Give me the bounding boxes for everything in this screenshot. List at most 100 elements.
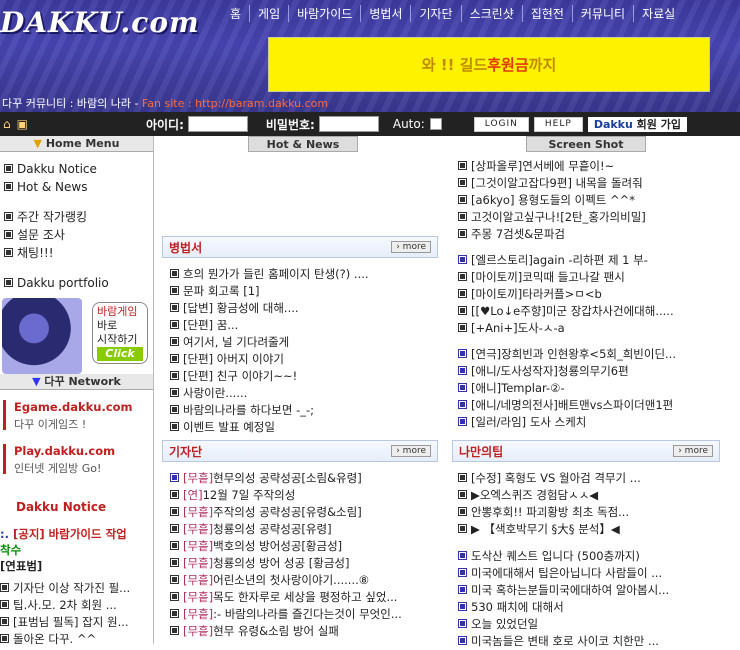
list-item[interactable]: [일러/라임] 도사 스케치 <box>458 414 740 431</box>
list-item[interactable]: [단편] 친구 이야기~~! <box>170 368 440 385</box>
list-item[interactable]: 사랑이란...... <box>170 385 440 402</box>
list-item[interactable]: [[♥Lo↓e주향]미군 장갑차사건에대해..... <box>458 303 740 320</box>
list-item-text: 오늘 있었던일 <box>471 617 539 631</box>
game-promo[interactable]: 바람게임 바로 시작하기 Click <box>2 298 150 374</box>
list-item[interactable]: 팁.사.모. 2차 회원 ... <box>0 597 153 614</box>
list-item[interactable]: 이벤트 발표 예정일 <box>170 419 440 436</box>
list-item[interactable]: [단편] 아버지 이야기 <box>170 351 440 368</box>
list-item[interactable]: [단편] 꿈... <box>170 317 440 334</box>
help-button[interactable]: HELP <box>533 116 583 132</box>
menu-hot-news[interactable]: Hot & News <box>0 178 153 196</box>
list-item[interactable]: [연극]장희빈과 인현왕후<5회_희빈이딘... <box>458 346 740 363</box>
list-item[interactable]: [무흩]어린소년의 첫사랑이야기.......⑧ <box>170 572 440 589</box>
list-item[interactable]: 도삭산 퀘스트 입니다 (500층까지) <box>458 548 740 565</box>
list-item[interactable]: [답변] 황금성에 대해.... <box>170 300 440 317</box>
menu-weekly-ranking[interactable]: 주간 작가랭킹 <box>0 208 153 226</box>
home-icon[interactable]: ⌂ <box>3 117 11 131</box>
reporters-more-button[interactable]: › more <box>391 445 431 457</box>
list-item[interactable]: [무흩]목도 한자루로 세상을 평정하고 싶었... <box>170 589 440 606</box>
id-input[interactable] <box>187 116 248 132</box>
nav-tactics[interactable]: 병법서 <box>360 4 410 22</box>
list-item[interactable]: 흐의 뭔가가 들린 홈페이지 탄생(?) .... <box>170 266 440 283</box>
network-egame[interactable]: Egame.dakku.com 다꾸 이게임즈 ! <box>0 398 153 440</box>
password-input[interactable] <box>318 116 379 132</box>
list-item-text: 청룡의성 방어 성공 [황금성] <box>213 556 350 570</box>
list-item[interactable]: ▶ 【색호박무기 §大§ 분석】◀ <box>458 521 740 538</box>
list-item[interactable]: [마이토끼]코믹때 들고나갈 팬시 <box>458 269 740 286</box>
list-item[interactable]: [마이토끼]타라커플>ㅁ<b <box>458 286 740 303</box>
item-tag: [무흩] <box>183 573 214 587</box>
list-item[interactable]: 기자단 이상 작가진 필... <box>0 580 153 597</box>
nav-downloads[interactable]: 자료실 <box>633 4 683 22</box>
list-item[interactable]: 문파 회고록 [1] <box>170 283 440 300</box>
menu-chat[interactable]: 채팅!!! <box>0 244 153 262</box>
list-item[interactable]: ▶오엑스퀴즈 경험담ㅅㅅ◀ <box>458 487 740 504</box>
menu-survey[interactable]: 설문 조사 <box>0 226 153 244</box>
nav-guide[interactable]: 바람가이드 <box>288 4 360 22</box>
list-item-text: 현무 유령&소림 방어 실패 <box>213 624 339 638</box>
site-url[interactable]: Fan site : http://baram.dakku.com <box>142 97 328 110</box>
list-item[interactable]: [애니]Templar-②- <box>458 380 740 397</box>
list-item-text: 고것이알고싶구나![2탄_홍가의비밀] <box>471 210 646 224</box>
site-logo[interactable]: DAKKU.com <box>0 6 200 39</box>
list-item[interactable]: 고것이알고싶구나![2탄_홍가의비밀] <box>458 209 740 226</box>
menu-portfolio[interactable]: Dakku portfolio <box>0 274 153 292</box>
list-item[interactable]: 주몽 7검셋&문파검 <box>458 226 740 243</box>
bullet-icon <box>170 286 179 295</box>
list-item[interactable]: 미국 혹하는분들미국에대하여 알아봅시... <box>458 582 740 599</box>
nav-hall[interactable]: 집현전 <box>521 4 572 22</box>
list-item[interactable]: 여기서, 널 기다려줄게 <box>170 334 440 351</box>
list-item[interactable]: [연]12월 7일 주작의성 <box>170 487 440 504</box>
join-button[interactable]: Dakku 회원 가입 <box>587 116 687 132</box>
list-item-text: 바람의나라를 하다보면 -_-; <box>183 403 315 417</box>
auto-login-checkbox[interactable] <box>429 118 442 130</box>
menu-label: Hot & News <box>17 180 88 194</box>
list-item[interactable]: [무흩]백호의성 방어성공[황금성] <box>170 538 440 555</box>
nav-screenshot[interactable]: 스크린샷 <box>460 4 522 22</box>
login-button[interactable]: LOGIN <box>473 116 529 132</box>
egame-title: Egame.dakku.com <box>14 400 133 414</box>
list-item[interactable]: [무흩]청룡의성 방어 성공 [황금성] <box>170 555 440 572</box>
list-item[interactable]: [무흩]현무 유령&소림 방어 실패 <box>170 623 440 640</box>
list-item[interactable]: 미국놈들은 변태 호로 사이코 치한만 ... <box>458 633 740 650</box>
list-item[interactable]: 오늘 있었던일 <box>458 616 740 633</box>
notice-main[interactable]: :. [공지] 바람가이드 작업 <box>0 526 127 542</box>
nav-reporters[interactable]: 기자단 <box>410 4 460 22</box>
list-item[interactable]: [애니/도사성작자]청룡의무기6편 <box>458 363 740 380</box>
list-item[interactable]: [상파올루]연서베에 무흩이!~ <box>458 158 740 175</box>
bullet-icon <box>170 422 179 431</box>
tactics-more-button[interactable]: › more <box>391 241 431 253</box>
list-item[interactable]: [수정] 혹형도 VS 월아검 격무기 ... <box>458 470 740 487</box>
list-item[interactable]: 미국에대해서 팁은아닙니다 사람들이 ... <box>458 565 740 582</box>
tips-more-button[interactable]: › more <box>673 445 713 457</box>
list-item-text: [+Ani+]도사-ㅅ-a <box>471 321 565 335</box>
list-item[interactable]: 안뽕후회!! 파괴황방 최초 독점... <box>458 504 740 521</box>
list-item[interactable]: [무흩]주작의성 공략성공[유령&소림] <box>170 504 440 521</box>
list-item[interactable]: [표범님 필독] 잡지 원... <box>0 614 153 631</box>
promo-click[interactable]: Click <box>97 347 143 361</box>
bullet-icon <box>170 524 179 533</box>
network-play[interactable]: Play.dakku.com 인터넷 게임방 Go! <box>0 442 153 484</box>
list-item[interactable]: 바람의나라를 하다보면 -_-; <box>170 402 440 419</box>
ad-banner[interactable]: 와 !! 길드 후원금 까지 <box>268 37 710 92</box>
list-item-text: 현무의성 공략성공[소림&유령] <box>213 471 362 485</box>
list-item[interactable]: 돌아온 다꾸. ^^ <box>0 631 153 648</box>
nav-game[interactable]: 게임 <box>249 4 288 22</box>
bullet-icon <box>170 354 179 363</box>
screenshot-tab[interactable]: Screen Shot <box>526 136 646 152</box>
menu-dakku-notice[interactable]: Dakku Notice <box>0 160 153 178</box>
list-item[interactable]: [+Ani+]도사-ㅅ-a <box>458 320 740 337</box>
list-item[interactable]: [무흩]:- 바람의나라를 즐긴다는것이 무엇인... <box>170 606 440 623</box>
list-item[interactable]: [그것이알고잡다9편] 내목을 돌려줘 <box>458 175 740 192</box>
list-item[interactable]: 530 패치에 대해서 <box>458 599 740 616</box>
hot-news-tab[interactable]: Hot & News <box>248 136 358 152</box>
list-item[interactable]: [무흩]현무의성 공략성공[소림&유령] <box>170 470 440 487</box>
bookmark-icon[interactable]: ▣ <box>17 117 28 131</box>
nav-home[interactable]: 홈 <box>222 5 249 22</box>
list-item[interactable]: [엘르스토리]again -리하편 제 1 부- <box>458 252 740 269</box>
nav-community[interactable]: 커뮤니티 <box>571 4 633 22</box>
list-item[interactable]: [무흩]청룡의성 공략성공[유령] <box>170 521 440 538</box>
list-item[interactable]: [a6kyo] 용형도들의 이펙트 ^^* <box>458 192 740 209</box>
list-item[interactable]: [애니/네명의전사]배트맨vs스파이더맨1편 <box>458 397 740 414</box>
notice-title[interactable]: Dakku Notice <box>16 500 106 514</box>
